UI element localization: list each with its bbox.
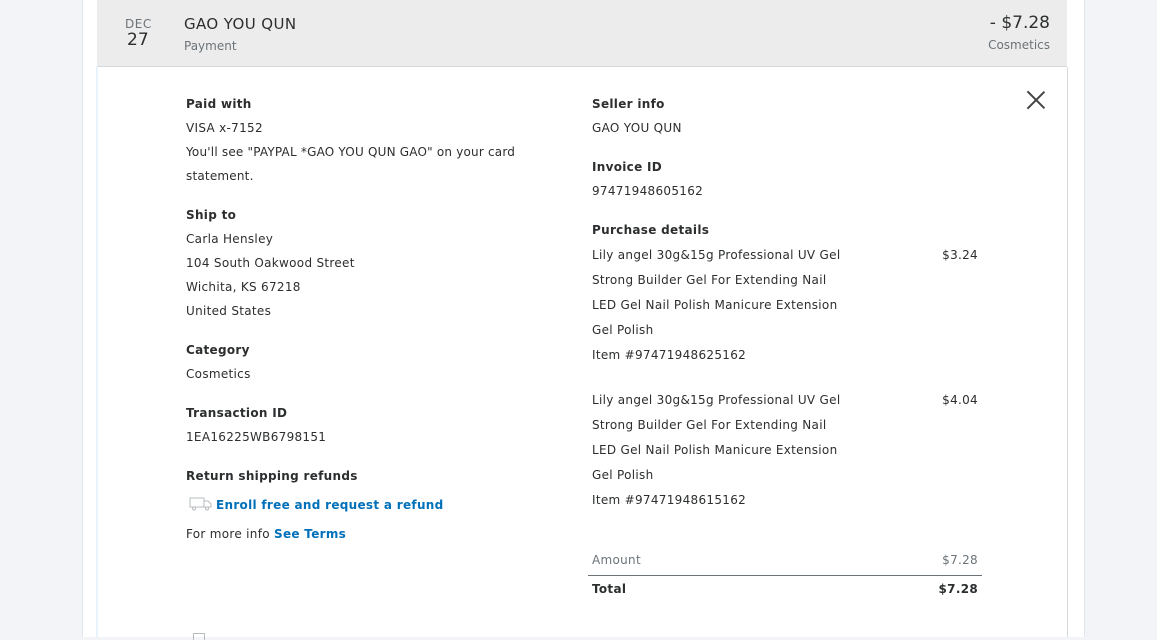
- transaction-header[interactable]: DEC 27 GAO YOU QUN Payment - $7.28 Cosme…: [97, 0, 1067, 67]
- category-value: Cosmetics: [186, 367, 251, 381]
- invoice-id-label: Invoice ID: [592, 160, 663, 174]
- item-description-line: Lily angel 30g&15g Professional UV Gel: [592, 393, 841, 407]
- item-description-line: Strong Builder Gel For Extending Nail: [592, 418, 827, 432]
- purchase-item: Lily angel 30g&15g Professional UV Gel S…: [592, 388, 842, 513]
- return-shipping-label: Return shipping refunds: [186, 469, 358, 483]
- item-number: Item #97471948615162: [592, 493, 747, 507]
- amount-value: $7.28: [942, 553, 978, 567]
- ship-to-label: Ship to: [186, 208, 237, 222]
- seller-info-value: GAO YOU QUN: [592, 121, 682, 135]
- item-description-line: Strong Builder Gel For Extending Nail: [592, 273, 827, 287]
- enroll-refund-link[interactable]: Enroll free and request a refund: [216, 498, 444, 512]
- purchase-details-label: Purchase details: [592, 223, 710, 237]
- transaction-amount: - $7.28: [989, 13, 1050, 33]
- ship-to-street: 104 South Oakwood Street: [186, 256, 355, 270]
- total-label: Total: [592, 582, 627, 596]
- card-statement-note: You'll see "PAYPAL *GAO YOU QUN GAO" on …: [186, 145, 516, 183]
- seller-info-label: Seller info: [592, 97, 665, 111]
- ship-to-country: United States: [186, 304, 272, 318]
- item-number: Item #97471948625162: [592, 348, 747, 362]
- ship-to-name: Carla Hensley: [186, 232, 274, 246]
- item-price: $3.24: [942, 248, 978, 262]
- transaction-category: Cosmetics: [988, 38, 1050, 52]
- purchase-item: Lily angel 30g&15g Professional UV Gel S…: [592, 243, 842, 368]
- transaction-type: Payment: [184, 39, 237, 53]
- ship-to-city: Wichita, KS 67218: [186, 280, 301, 294]
- amount-label: Amount: [592, 553, 641, 567]
- merchant-name: GAO YOU QUN: [184, 15, 297, 33]
- total-value: $7.28: [938, 582, 978, 596]
- more-info-text: For more info: [186, 527, 270, 541]
- item-description-line: Gel Polish: [592, 468, 654, 482]
- item-price: $4.04: [942, 393, 978, 407]
- see-terms-link[interactable]: See Terms: [274, 527, 346, 541]
- item-description-line: Lily angel 30g&15g Professional UV Gel: [592, 248, 841, 262]
- transaction-month: DEC: [125, 17, 152, 31]
- more-info-line: For more info See Terms: [186, 527, 346, 541]
- invoice-id-value: 97471948605162: [592, 184, 704, 198]
- total-divider: [588, 575, 982, 576]
- transaction-day: 27: [127, 30, 149, 50]
- paid-with-card: VISA x-7152: [186, 121, 263, 135]
- transaction-id-label: Transaction ID: [186, 406, 288, 420]
- category-label: Category: [186, 343, 250, 357]
- item-description-line: Gel Polish: [592, 323, 654, 337]
- item-description-line: LED Gel Nail Polish Manicure Extension: [592, 298, 838, 312]
- transaction-id-value: 1EA16225WB6798151: [186, 430, 327, 444]
- close-icon[interactable]: [1026, 90, 1046, 110]
- paid-with-label: Paid with: [186, 97, 252, 111]
- truck-icon: [189, 497, 212, 511]
- item-description-line: LED Gel Nail Polish Manicure Extension: [592, 443, 838, 457]
